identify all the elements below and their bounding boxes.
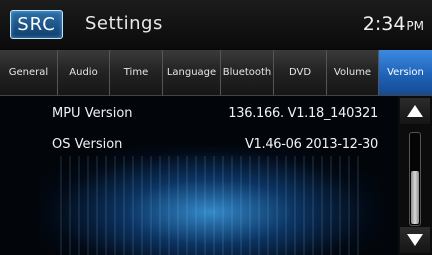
settings-screen: SRC Settings 2:34PM General Audio Time L… (0, 0, 432, 255)
scrollbar[interactable] (398, 96, 432, 255)
os-version-value: V1.46-06 2013-12-30 (244, 136, 378, 152)
version-panel: MPU Version 136.166. V1.18_140321 OS Ver… (0, 96, 398, 255)
clock-time: 2:34 (362, 13, 406, 35)
scroll-track[interactable] (409, 132, 421, 226)
tab-dvd[interactable]: DVD (274, 50, 327, 95)
os-version-label: OS Version (52, 136, 123, 152)
background-rays (60, 156, 360, 255)
page-title: Settings (85, 13, 163, 34)
clock-ampm: PM (406, 19, 424, 33)
tab-general[interactable]: General (0, 50, 58, 95)
list-item-os-version: OS Version V1.46-06 2013-12-30 (0, 127, 398, 161)
mpu-version-value: 136.166. V1.18_140321 (228, 105, 378, 121)
tab-volume[interactable]: Volume (327, 50, 379, 95)
triangle-up-icon (407, 105, 423, 117)
settings-tab-bar: General Audio Time Language Bluetooth DV… (0, 50, 432, 96)
tab-audio[interactable]: Audio (58, 50, 110, 95)
header-bar: SRC Settings 2:34PM (0, 0, 432, 50)
triangle-down-icon (407, 234, 423, 246)
mpu-version-label: MPU Version (52, 105, 133, 121)
source-button[interactable]: SRC (10, 10, 63, 39)
tab-version[interactable]: Version (379, 50, 432, 95)
tab-time[interactable]: Time (110, 50, 163, 95)
list-item-mpu-version: MPU Version 136.166. V1.18_140321 (0, 96, 398, 130)
scroll-down-button[interactable] (400, 227, 430, 253)
clock: 2:34PM (363, 13, 424, 35)
tab-language[interactable]: Language (163, 50, 221, 95)
tab-bluetooth[interactable]: Bluetooth (221, 50, 274, 95)
scroll-up-button[interactable] (400, 98, 430, 124)
scroll-thumb[interactable] (411, 170, 419, 224)
